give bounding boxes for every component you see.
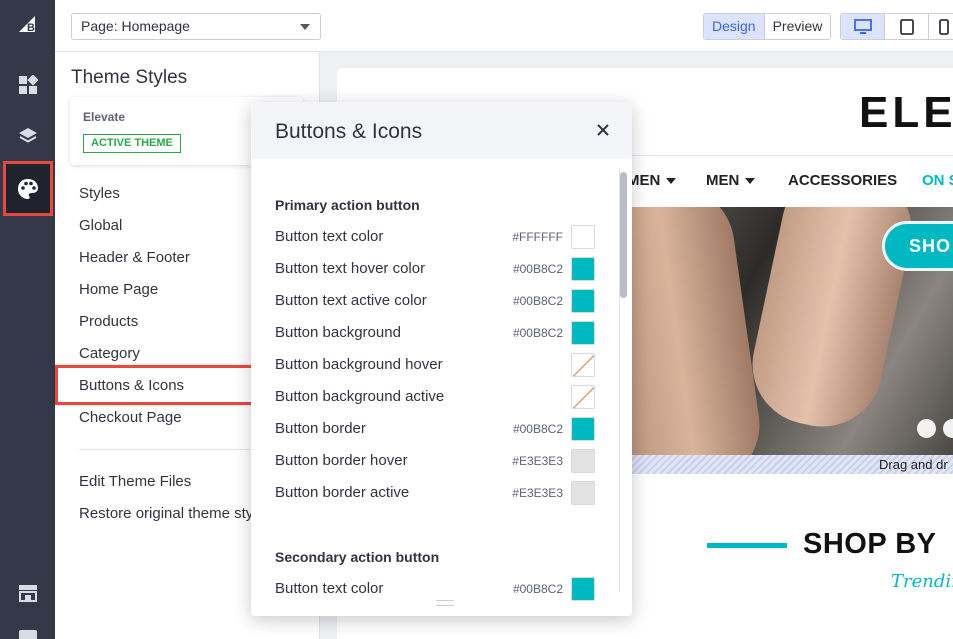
color-swatch[interactable] [571, 353, 595, 377]
store-logo[interactable]: ELEV [859, 88, 953, 138]
carousel-dot[interactable] [943, 419, 953, 438]
color-setting-row[interactable]: Button text color #FFFFFF [275, 225, 595, 249]
color-swatch[interactable] [571, 289, 595, 313]
tablet-icon[interactable] [885, 14, 929, 39]
color-setting-label: Button background [275, 324, 401, 341]
color-hex-value: #00B8C2 [512, 262, 563, 276]
bigcommerce-logo-icon[interactable]: B [9, 6, 47, 44]
panel-title: Buttons & Icons [275, 120, 423, 143]
color-setting-label: Button text hover color [275, 260, 426, 277]
color-setting-label: Button text color [275, 580, 384, 597]
color-hex-value: #FFFFFF [512, 230, 563, 244]
close-icon[interactable] [595, 122, 611, 138]
shop-by-heading: SHOP BY [803, 528, 937, 560]
color-swatch[interactable] [571, 257, 595, 281]
sidebar-item-products[interactable]: Products [79, 313, 138, 330]
color-setting-row[interactable]: Button border #00B8C2 [275, 417, 595, 441]
color-setting-label: Button background hover [275, 356, 443, 373]
sidebar-item-header-footer[interactable]: Header & Footer [79, 249, 190, 266]
layers-icon[interactable] [9, 117, 47, 155]
active-theme-badge: ACTIVE THEME [83, 134, 181, 153]
color-setting-label: Button border [275, 420, 366, 437]
color-hex-value: #00B8C2 [512, 582, 563, 596]
design-tab[interactable]: Design [704, 14, 765, 39]
color-swatch[interactable] [571, 577, 595, 601]
caret-down-icon [666, 178, 677, 185]
hero-shop-button[interactable]: SHO [882, 221, 953, 271]
sidebar-item-checkout-page[interactable]: Checkout Page [79, 409, 182, 426]
chevron-down-icon [300, 24, 310, 30]
color-swatch[interactable] [571, 417, 595, 441]
mode-toggle: Design Preview [703, 13, 832, 40]
drag-drop-zone[interactable]: Drag and dr [631, 455, 953, 474]
color-hex-value: #00B8C2 [512, 422, 563, 436]
scrollbar-thumb[interactable] [620, 172, 627, 298]
color-swatch[interactable] [571, 225, 595, 249]
color-swatch[interactable] [571, 481, 595, 505]
color-setting-label: Button border hover [275, 452, 408, 469]
panel-header: Buttons & Icons [251, 102, 632, 159]
color-hex-value: #00B8C2 [512, 326, 563, 340]
color-setting-row[interactable]: Button background hover [275, 353, 595, 377]
theme-name: Elevate [83, 110, 126, 124]
color-hex-value: #00B8C2 [512, 294, 563, 308]
panel-scrollbar[interactable] [620, 168, 628, 590]
sidebar-item-global[interactable]: Global [79, 217, 122, 234]
nav-item-accessories[interactable]: ACCESSORIES [788, 172, 897, 189]
section-heading-primary: Primary action button [275, 197, 420, 213]
caret-down-icon [745, 178, 756, 185]
nav-item-men-1[interactable]: MEN [627, 172, 677, 189]
color-setting-label: Button border active [275, 484, 410, 501]
sidebar-item-home-page[interactable]: Home Page [79, 281, 158, 298]
nav-label: MEN [627, 172, 661, 189]
device-toggle [840, 13, 953, 40]
page-select[interactable]: Page: Homepage [71, 13, 321, 40]
sidebar-item-category[interactable]: Category [79, 345, 140, 362]
color-setting-label: Button text color [275, 228, 384, 245]
preview-tab[interactable]: Preview [764, 14, 831, 39]
color-setting-row[interactable]: Button background #00B8C2 [275, 321, 595, 345]
color-swatch[interactable] [571, 449, 595, 473]
color-setting-row[interactable]: Button border active #E3E3E3 [275, 481, 595, 505]
palette-icon[interactable] [9, 170, 47, 208]
app-rail: B [0, 0, 55, 639]
color-swatch[interactable] [571, 321, 595, 345]
trending-subheading: Trendin [891, 571, 953, 592]
top-toolbar: Page: Homepage Design Preview [55, 0, 953, 52]
color-setting-row[interactable]: Button text hover color #00B8C2 [275, 257, 595, 281]
desktop-icon[interactable] [841, 14, 885, 39]
buttons-icons-panel: Buttons & Icons Primary action button Bu… [251, 102, 632, 616]
section-accent-line [707, 543, 787, 548]
storefront-icon[interactable] [9, 574, 47, 612]
sidebar-item-buttons-icons[interactable]: Buttons & Icons [79, 377, 184, 394]
carousel-dot[interactable] [917, 419, 936, 438]
color-setting-label: Button background active [275, 388, 445, 405]
mobile-icon[interactable] [929, 14, 953, 39]
section-heading-secondary: Secondary action button [275, 549, 440, 565]
color-setting-row[interactable]: Button text color #00B8C2 [275, 577, 595, 601]
nav-item-men-2[interactable]: MEN [706, 172, 756, 189]
color-setting-row[interactable]: Button text active color #00B8C2 [275, 289, 595, 313]
sidebar-title: Theme Styles [71, 67, 188, 88]
color-setting-row[interactable]: Button border hover #E3E3E3 [275, 449, 595, 473]
edit-theme-files-link[interactable]: Edit Theme Files [79, 473, 191, 490]
widgets-icon[interactable] [9, 66, 47, 104]
rail-bottom-icon[interactable] [19, 630, 37, 639]
sidebar-item-styles[interactable]: Styles [79, 185, 120, 202]
color-setting-label: Button text active color [275, 292, 427, 309]
color-setting-row[interactable]: Button background active [275, 385, 595, 409]
page-select-value: Page: Homepage [81, 18, 190, 34]
nav-label: MEN [706, 172, 740, 189]
svg-text:B: B [27, 22, 35, 34]
color-swatch[interactable] [571, 385, 595, 409]
color-hex-value: #E3E3E3 [512, 454, 563, 468]
nav-item-on-sale[interactable]: ON S [922, 172, 953, 189]
color-hex-value: #E3E3E3 [512, 486, 563, 500]
resize-handle[interactable] [436, 600, 454, 606]
restore-theme-link[interactable]: Restore original theme sty [79, 505, 253, 522]
